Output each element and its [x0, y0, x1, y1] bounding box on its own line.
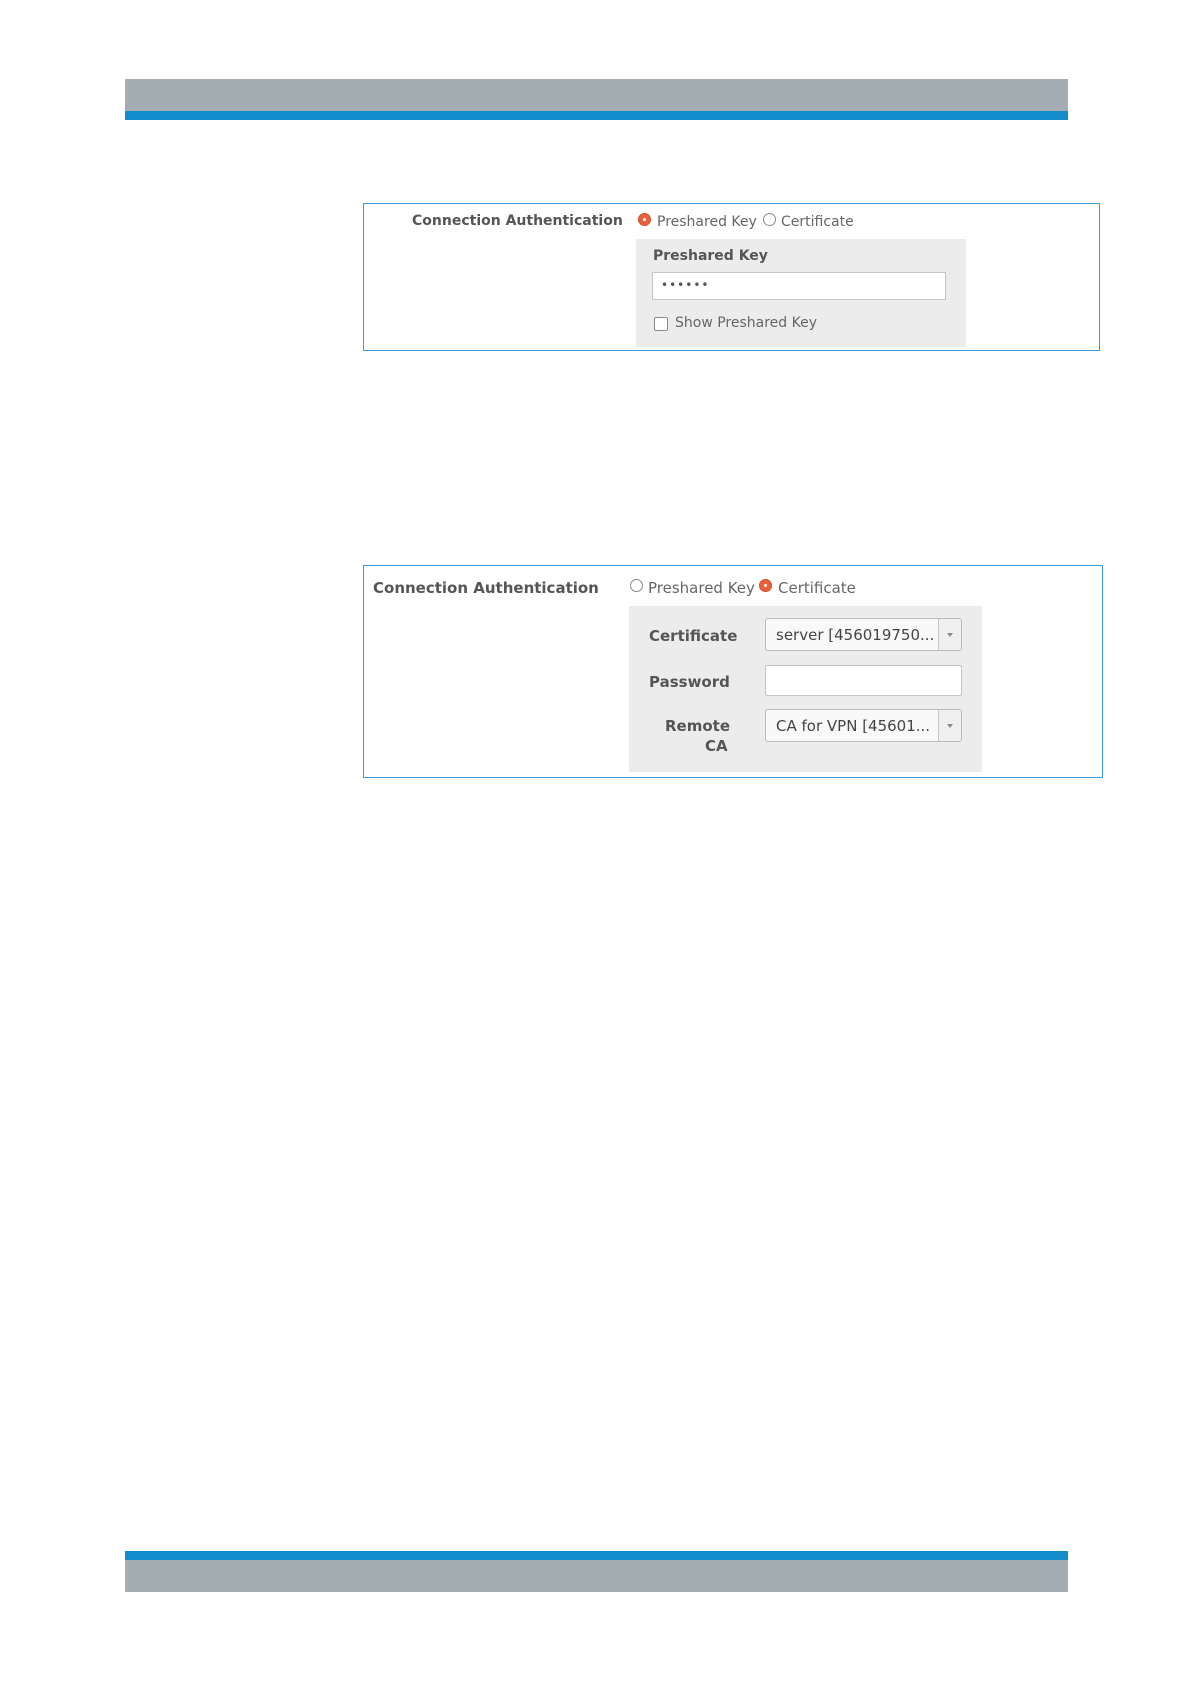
- remote-ca-label-line1: Remote: [665, 717, 731, 735]
- remote-ca-select-value: CA for VPN [45601...: [776, 717, 931, 735]
- auth-panel-preshared: Connection Authentication Preshared Key …: [363, 203, 1100, 351]
- preshared-key-radio-label[interactable]: Preshared Key: [657, 214, 757, 230]
- password-input[interactable]: [765, 665, 962, 696]
- certificate-radio[interactable]: [763, 213, 776, 226]
- show-preshared-key-checkbox[interactable]: [654, 317, 668, 331]
- auth-panel-certificate: Connection Authentication Preshared Key …: [363, 565, 1103, 778]
- certificate-select-value: server [456019750...: [776, 626, 935, 644]
- certificate-radio[interactable]: [759, 579, 772, 592]
- header-gray-band: [125, 79, 1068, 111]
- header-blue-band: [125, 111, 1068, 120]
- footer-gray-band: [125, 1560, 1068, 1592]
- connection-auth-label: Connection Authentication: [373, 579, 599, 597]
- preshared-key-radio-label[interactable]: Preshared Key: [648, 579, 755, 597]
- preshared-key-radio[interactable]: [630, 579, 643, 592]
- password-label: Password: [649, 673, 730, 691]
- certificate-radio-label[interactable]: Certificate: [778, 579, 856, 597]
- preshared-key-input[interactable]: ••••••: [652, 272, 946, 300]
- certificate-radio-label[interactable]: Certificate: [781, 214, 854, 230]
- remote-ca-label-line2: CA: [705, 737, 728, 755]
- certificate-label: Certificate: [649, 627, 738, 645]
- preshared-key-masked-value: ••••••: [661, 278, 710, 292]
- certificate-select[interactable]: server [456019750...: [765, 618, 962, 651]
- chevron-down-icon[interactable]: [938, 619, 961, 650]
- preshared-key-heading: Preshared Key: [653, 248, 768, 264]
- remote-ca-select[interactable]: CA for VPN [45601...: [765, 709, 962, 742]
- chevron-down-icon[interactable]: [938, 710, 961, 741]
- show-preshared-key-label[interactable]: Show Preshared Key: [675, 315, 817, 331]
- preshared-key-radio[interactable]: [638, 213, 651, 226]
- preshared-key-section: Preshared Key •••••• Show Preshared Key: [636, 239, 966, 347]
- footer-blue-band: [125, 1551, 1068, 1560]
- connection-auth-label: Connection Authentication: [412, 213, 623, 229]
- certificate-section: Certificate server [456019750... Passwor…: [629, 606, 982, 772]
